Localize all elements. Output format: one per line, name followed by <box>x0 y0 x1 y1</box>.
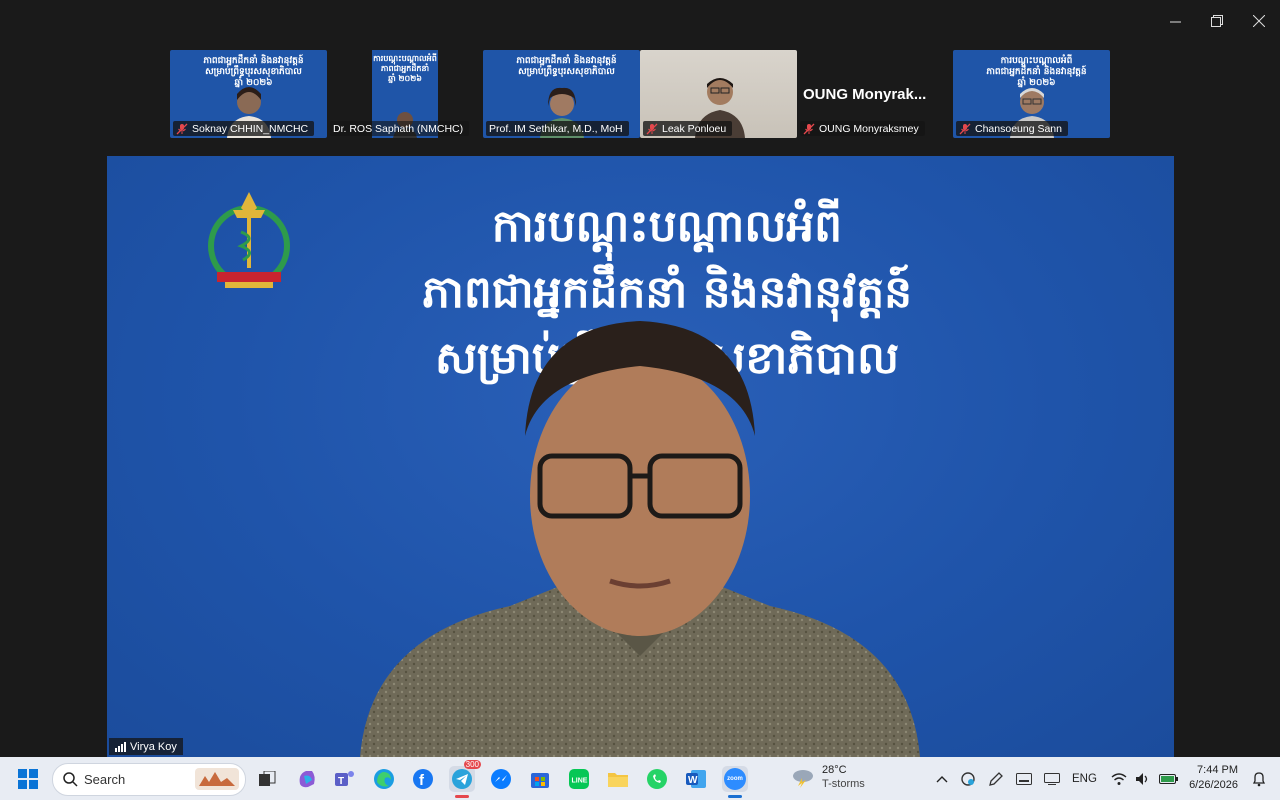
restore-icon <box>1211 15 1223 27</box>
participant-name-tag: OUNG Monyraksmey <box>800 121 925 136</box>
participant-name: Chansoeung Sann <box>975 122 1062 135</box>
participant-name: Prof. IM Sethikar, M.D., MoH <box>489 122 623 135</box>
facebook-icon: f <box>413 769 433 789</box>
participant-tile[interactable]: OUNG Monyrak... OUNG Monyraksmey <box>797 50 953 138</box>
shared-slide-thumbnail: ភាពជាអ្នកដឹកនាំ និងនវានុវត្តន៍ សម្រាប់ព្រ… <box>516 56 617 77</box>
clock-time: 7:44 PM <box>1197 764 1238 776</box>
task-view-button[interactable] <box>254 766 280 792</box>
zoom-button[interactable]: zoom <box>722 766 748 798</box>
system-tray: ENG <box>936 757 1179 800</box>
ministry-logo-icon <box>208 192 290 288</box>
copilot-button[interactable] <box>294 766 320 792</box>
close-button[interactable] <box>1238 0 1280 42</box>
window-controls <box>1154 0 1280 42</box>
shared-slide-thumbnail: ការបណ្តុះបណ្តាលអំពី ភាពជាអ្នកដឹកនាំ ឆ្នាំ … <box>373 54 437 83</box>
participant-tile[interactable]: ការបណ្តុះបណ្តាលអំពី ភាពជាអ្នកដឹកនាំ ឆ្នាំ … <box>327 50 483 138</box>
participant-name: Soknay CHHIN_NMCHC <box>192 122 309 135</box>
task-view-icon <box>259 771 276 786</box>
participant-tile[interactable]: ភាពជាអ្នកដឹកនាំ និងនវានុវត្តន៍ សម្រាប់ព្រ… <box>170 50 327 138</box>
speaker-name: Virya Koy <box>130 740 177 753</box>
messenger-button[interactable] <box>488 766 514 792</box>
tray-app-icon[interactable] <box>960 771 976 787</box>
svg-text:LINE: LINE <box>572 778 588 785</box>
clock-date: 6/26/2026 <box>1189 779 1238 791</box>
display-icon[interactable] <box>1044 772 1060 785</box>
participant-strip: ភាពជាអ្នកដឹកនាំ និងនវានុវត្តន៍ សម្រាប់ព្រ… <box>170 50 1110 138</box>
edge-icon <box>374 769 394 789</box>
svg-text:W: W <box>688 775 698 786</box>
active-indicator <box>455 795 469 798</box>
signal-strength-icon <box>115 741 126 752</box>
mic-muted-icon <box>803 123 815 134</box>
speaker-person <box>360 321 920 757</box>
mic-muted-icon <box>959 123 971 134</box>
whatsapp-icon <box>647 769 667 789</box>
teams-button[interactable]: T <box>332 766 358 792</box>
participant-name-tag: Prof. IM Sethikar, M.D., MoH <box>486 121 629 136</box>
minimize-button[interactable] <box>1154 0 1196 42</box>
restore-button[interactable] <box>1196 0 1238 42</box>
main-speaker-video[interactable]: ការបណ្តុះបណ្តាលអំពី ភាពជាអ្នកដឹកនាំ និងន… <box>107 156 1174 757</box>
participant-tile[interactable]: ការបណ្តុះបណ្តាលអំពី ភាពជាអ្នកដឹកនាំ និងនវ… <box>953 50 1110 138</box>
edge-button[interactable] <box>371 766 397 792</box>
store-icon <box>531 773 549 788</box>
participant-name: Dr. ROS Saphath (NMCHC) <box>333 122 464 135</box>
pen-menu-icon[interactable] <box>988 771 1004 787</box>
notifications-button[interactable] <box>1246 766 1272 792</box>
participant-name-tag: Chansoeung Sann <box>956 121 1068 136</box>
telegram-button[interactable]: 300 <box>449 760 481 798</box>
taskbar-search[interactable]: Search <box>52 763 246 796</box>
file-explorer-button[interactable] <box>605 766 631 792</box>
slide-title-line: ការបណ្តុះបណ្តាលអំពី <box>491 201 843 252</box>
thunderstorm-icon <box>793 770 813 788</box>
folder-icon <box>608 773 628 787</box>
speaker-name-tag: Virya Koy <box>109 738 183 755</box>
zoom-label: zoom <box>727 776 743 782</box>
mic-muted-icon <box>176 123 188 134</box>
start-button[interactable] <box>15 766 41 792</box>
bell-icon <box>1252 772 1266 787</box>
taskbar: Search T f 300 LINE W zoom 28°C T-storms… <box>0 757 1280 800</box>
mic-muted-icon <box>646 123 658 134</box>
word-icon: W <box>686 770 706 788</box>
active-indicator <box>728 795 742 798</box>
whatsapp-button[interactable] <box>644 766 670 792</box>
telegram-icon <box>452 769 472 789</box>
taskbar-clock[interactable]: 7:44 PM 6/26/2026 <box>1189 763 1238 793</box>
wifi-icon[interactable] <box>1111 772 1127 786</box>
keyboard-icon[interactable] <box>1016 772 1032 785</box>
participant-name: Leak Ponloeu <box>662 122 727 135</box>
participant-name-tag: Leak Ponloeu <box>643 121 733 136</box>
close-icon <box>1253 15 1265 27</box>
participant-name: OUNG Monyraksmey <box>819 122 919 135</box>
word-button[interactable]: W <box>683 766 709 792</box>
line-icon: LINE <box>569 769 589 789</box>
facebook-button[interactable]: f <box>410 766 436 792</box>
minimize-icon <box>1169 21 1181 22</box>
participant-name-tag: Soknay CHHIN_NMCHC <box>173 121 315 136</box>
language-indicator[interactable]: ENG <box>1072 773 1097 785</box>
search-highlight-icon <box>195 768 239 790</box>
messenger-icon <box>491 769 511 789</box>
line-button[interactable]: LINE <box>566 766 592 792</box>
participant-tile[interactable]: Leak Ponloeu <box>640 50 797 138</box>
windows-logo-icon <box>18 769 38 789</box>
teams-icon: T <box>335 771 354 787</box>
search-placeholder: Search <box>84 772 126 787</box>
chevron-up-icon[interactable] <box>936 775 948 783</box>
weather-temperature: 28°C <box>822 764 847 776</box>
copilot-icon <box>299 771 315 788</box>
search-icon <box>63 772 78 787</box>
weather-description: T-storms <box>822 778 865 790</box>
participant-display-name: OUNG Monyrak... <box>803 86 927 103</box>
participant-name-tag: Dr. ROS Saphath (NMCHC) <box>330 121 470 136</box>
battery-charging-icon[interactable] <box>1158 772 1179 786</box>
store-button[interactable] <box>527 766 553 792</box>
telegram-badge: 300 <box>463 760 481 769</box>
weather-widget[interactable]: 28°C T-storms <box>790 763 865 791</box>
volume-icon[interactable] <box>1135 772 1151 786</box>
svg-text:T: T <box>338 776 344 787</box>
